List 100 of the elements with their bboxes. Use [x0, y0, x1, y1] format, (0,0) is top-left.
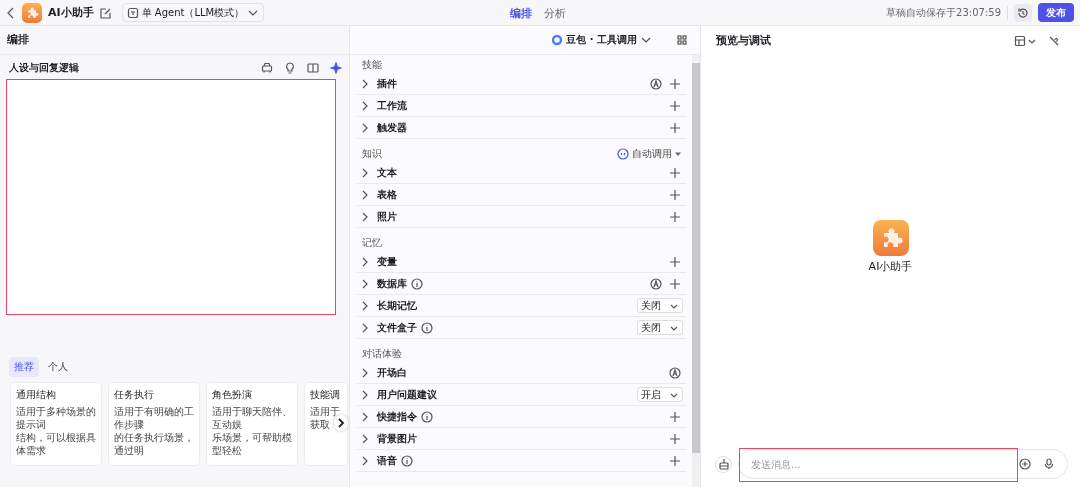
model-icon [551, 34, 564, 46]
publish-button[interactable]: 发布 [1038, 3, 1074, 22]
app-logo [872, 220, 909, 256]
save-status: 草稿自动保存于23:07:59 [886, 5, 1008, 20]
row-label: 插件 [377, 76, 397, 91]
add-icon[interactable] [669, 188, 681, 201]
section-label: 技能 [362, 58, 382, 72]
card-text: 的任务执行场景，通过明 [114, 431, 194, 457]
row-label: 触发器 [377, 120, 407, 135]
config-row[interactable]: 数据库 [357, 273, 686, 295]
card-text: 获取 [310, 418, 330, 431]
panel-title: 编排 [7, 33, 29, 47]
caret-icon [675, 151, 681, 157]
auto-call-dropdown[interactable]: 自动调用 [617, 147, 681, 161]
info-icon[interactable] [401, 454, 413, 467]
edit-icon[interactable] [99, 6, 112, 19]
row-label: 长期记忆 [377, 298, 417, 313]
tab[interactable]: 分析 [544, 5, 566, 21]
row-label: 变量 [377, 254, 397, 269]
split-view-icon[interactable] [307, 62, 319, 74]
add-icon[interactable] [669, 432, 681, 445]
history-icon [1017, 6, 1029, 19]
add-icon[interactable] [669, 454, 681, 467]
config-row[interactable]: 触发器 [357, 117, 686, 139]
row-label: 语音 [377, 453, 397, 468]
config-row[interactable]: 照片 [357, 206, 686, 228]
card-text: 适用于多种场景的提示词 [16, 405, 96, 431]
robot-icon [617, 148, 629, 160]
config-row[interactable]: 文本 [357, 162, 686, 184]
template-card[interactable]: 任务执行 适用于有明确的工作步骤 的任务执行场景，通过明 [108, 382, 200, 466]
auto-icon[interactable] [669, 366, 681, 379]
add-icon[interactable] [669, 210, 681, 223]
config-row[interactable]: 背景图片 [357, 428, 686, 450]
card-title: 角色扮演 [212, 388, 253, 402]
row-label: 照片 [377, 209, 397, 224]
info-icon[interactable] [421, 410, 433, 423]
back-icon[interactable] [6, 6, 16, 19]
info-icon[interactable] [421, 321, 433, 334]
template-card[interactable]: 技能调 适用于 获取 [304, 382, 348, 466]
config-row[interactable]: 快捷指令 [357, 406, 686, 428]
section-title: 人设与回复逻辑 [9, 61, 79, 75]
config-row[interactable]: 长期记忆 关闭 [357, 295, 686, 317]
card-text: 结构，可以根据具体需求 [16, 431, 96, 457]
config-row[interactable]: 文件盒子 关闭 [357, 317, 686, 339]
card-text: 适用于 [310, 405, 340, 418]
auto-icon[interactable] [650, 277, 662, 290]
scrollbar[interactable] [692, 55, 700, 487]
message-field[interactable]: 发送消息... [751, 456, 1007, 472]
chevron-right-icon [335, 417, 347, 429]
config-row[interactable]: 语音 [357, 450, 686, 472]
add-icon[interactable] [669, 99, 681, 112]
auto-icon[interactable] [650, 77, 662, 90]
add-icon[interactable] [669, 277, 681, 290]
config-row[interactable]: 插件 [357, 73, 686, 95]
info-icon[interactable] [411, 277, 423, 290]
template-card[interactable]: 角色扮演 适用于聊天陪伴、互动娱 乐场景，可帮助模型轻松 [206, 382, 298, 466]
add-icon[interactable] [669, 255, 681, 268]
template-tab[interactable]: 个人 [43, 357, 73, 377]
layout-dropdown[interactable] [1014, 34, 1037, 47]
layout-icon [1014, 34, 1026, 47]
tab[interactable]: 编排 [510, 5, 532, 21]
panel-title: 预览与调试 [716, 33, 771, 48]
mode-dropdown[interactable]: 单 Agent（LLM模式） [121, 3, 265, 22]
microphone-icon[interactable] [1043, 458, 1055, 470]
row-label: 快捷指令 [377, 409, 417, 424]
row-label: 背景图片 [377, 431, 417, 446]
config-row[interactable]: 变量 [357, 251, 686, 273]
card-title: 任务执行 [114, 388, 155, 402]
bot-name: AI小助手 [868, 259, 913, 274]
config-row[interactable]: 用户问题建议 开启 [357, 384, 686, 406]
add-icon[interactable] [669, 410, 681, 423]
template-card[interactable]: 通用结构 适用于多种场景的提示词 结构，可以根据具体需求 [10, 382, 102, 466]
row-label: 文本 [377, 165, 397, 180]
model-selector[interactable]: 豆包 · 工具调用 [551, 33, 652, 47]
app-name: AI小助手 [48, 5, 94, 20]
agent-icon [126, 6, 139, 19]
toggle-select[interactable]: 关闭 [637, 298, 683, 313]
history-button[interactable] [1014, 3, 1032, 22]
add-circle-icon[interactable] [1019, 458, 1031, 470]
card-text: 乐场景，可帮助模型轻松 [212, 431, 292, 457]
card-text: 适用于有明确的工作步骤 [114, 405, 194, 431]
row-label: 表格 [377, 187, 397, 202]
config-row[interactable]: 工作流 [357, 95, 686, 117]
car-icon[interactable] [261, 62, 273, 74]
config-row[interactable]: 表格 [357, 184, 686, 206]
grid-icon[interactable] [676, 34, 688, 46]
toggle-select[interactable]: 关闭 [637, 320, 683, 335]
add-icon[interactable] [669, 121, 681, 134]
section-label: 记忆 [362, 236, 382, 250]
toggle-select[interactable]: 开启 [637, 387, 683, 402]
row-label: 开场白 [377, 365, 407, 380]
template-tab[interactable]: 推荐 [9, 357, 39, 377]
add-icon[interactable] [669, 166, 681, 179]
row-label: 文件盒子 [377, 320, 417, 335]
lightbulb-icon[interactable] [284, 62, 296, 74]
card-text: 适用于聊天陪伴、互动娱 [212, 405, 292, 431]
config-row[interactable]: 开场白 [357, 362, 686, 384]
next-button[interactable] [334, 415, 348, 431]
sparkle-icon[interactable] [330, 62, 342, 74]
add-icon[interactable] [669, 77, 681, 90]
